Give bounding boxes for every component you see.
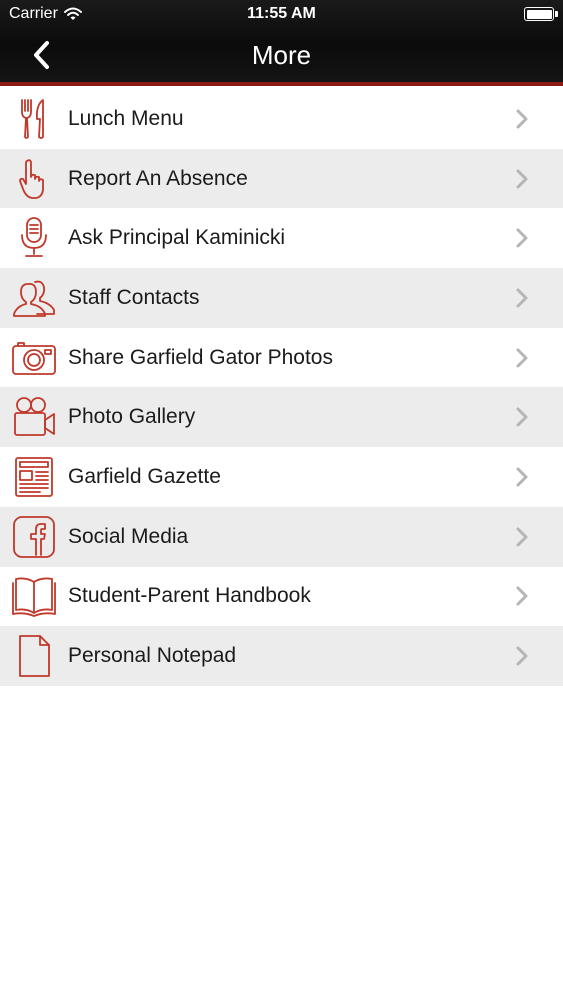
menu-item-share-photos[interactable]: Share Garfield Gator Photos — [0, 327, 563, 388]
menu-item-lunch-menu[interactable]: Lunch Menu — [0, 89, 563, 149]
chevron-right-icon — [516, 586, 528, 606]
menu-item-label: Social Media — [68, 524, 189, 548]
chevron-right-icon — [516, 288, 528, 308]
camera-icon — [12, 341, 56, 375]
chevron-right-icon — [516, 646, 528, 666]
menu-item-label: Report An Absence — [68, 166, 248, 190]
chevron-right-icon — [516, 348, 528, 368]
status-time: 11:55 AM — [247, 5, 316, 22]
menu-item-label: Share Garfield Gator Photos — [68, 345, 333, 369]
chevron-right-icon — [516, 169, 528, 189]
menu-item-handbook[interactable]: Student-Parent Handbook — [0, 566, 563, 627]
menu-item-ask-principal[interactable]: Ask Principal Kaminicki — [0, 208, 563, 269]
chevron-right-icon — [516, 109, 528, 129]
menu-item-label: Photo Gallery — [68, 405, 196, 429]
menu-item-label: Student-Parent Handbook — [68, 584, 311, 608]
open-book-icon — [12, 577, 56, 618]
menu-item-personal-notepad[interactable]: Personal Notepad — [0, 626, 563, 686]
menu-item-label: Personal Notepad — [68, 644, 237, 668]
chevron-right-icon — [516, 467, 528, 487]
page-title: More — [251, 40, 312, 70]
menu-item-garfield-gazette[interactable]: Garfield Gazette — [0, 447, 563, 507]
more-menu-list: Lunch Menu Report An Absence Ask Princip… — [0, 89, 563, 686]
chevron-right-icon — [516, 407, 528, 427]
navigation-bar: More — [0, 28, 563, 82]
chevron-right-icon — [516, 228, 528, 248]
menu-item-label: Ask Principal Kaminicki — [68, 226, 286, 250]
document-icon — [19, 635, 50, 677]
menu-item-label: Lunch Menu — [68, 106, 184, 130]
menu-item-social-media[interactable]: Social Media — [0, 506, 563, 567]
pointing-hand-icon — [19, 158, 44, 199]
chevron-right-icon — [516, 527, 528, 547]
top-bar: Carrier 11:55 AM More — [0, 0, 563, 86]
menu-item-photo-gallery[interactable]: Photo Gallery — [0, 387, 563, 448]
menu-item-staff-contacts[interactable]: Staff Contacts — [0, 268, 563, 328]
menu-item-label: Staff Contacts — [68, 285, 200, 309]
people-icon — [13, 280, 55, 317]
more-screen: Carrier 11:55 AM More Lunch Menu Report … — [0, 0, 563, 1000]
status-bar: Carrier 11:55 AM — [0, 0, 563, 28]
battery-icon — [524, 7, 558, 21]
facebook-icon — [13, 515, 55, 558]
newspaper-icon — [15, 457, 53, 497]
video-camera-icon — [14, 397, 55, 437]
microphone-icon — [21, 217, 47, 258]
fork-knife-icon — [21, 98, 44, 139]
menu-item-label: Garfield Gazette — [68, 464, 221, 488]
menu-item-report-absence[interactable]: Report An Absence — [0, 148, 563, 209]
